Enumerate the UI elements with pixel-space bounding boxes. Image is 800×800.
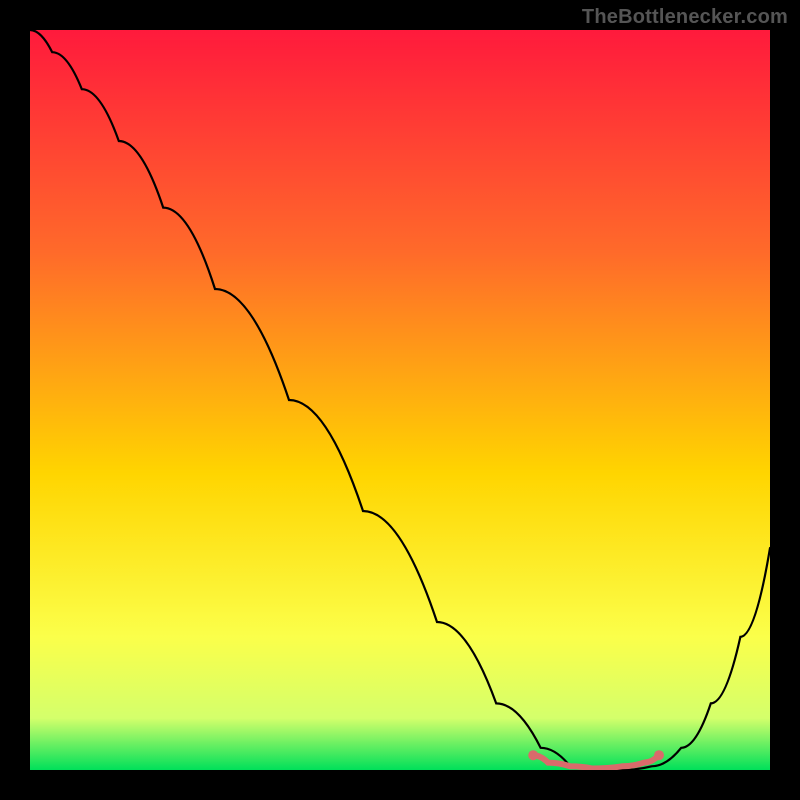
watermark-text: TheBottlenecker.com bbox=[582, 6, 788, 29]
optimal-end-dot bbox=[654, 750, 664, 760]
chart-svg bbox=[30, 30, 770, 770]
plot-area bbox=[30, 30, 770, 770]
chart-container: TheBottlenecker.com bbox=[0, 0, 800, 800]
optimal-start-dot bbox=[528, 750, 538, 760]
gradient-bg bbox=[30, 30, 770, 770]
